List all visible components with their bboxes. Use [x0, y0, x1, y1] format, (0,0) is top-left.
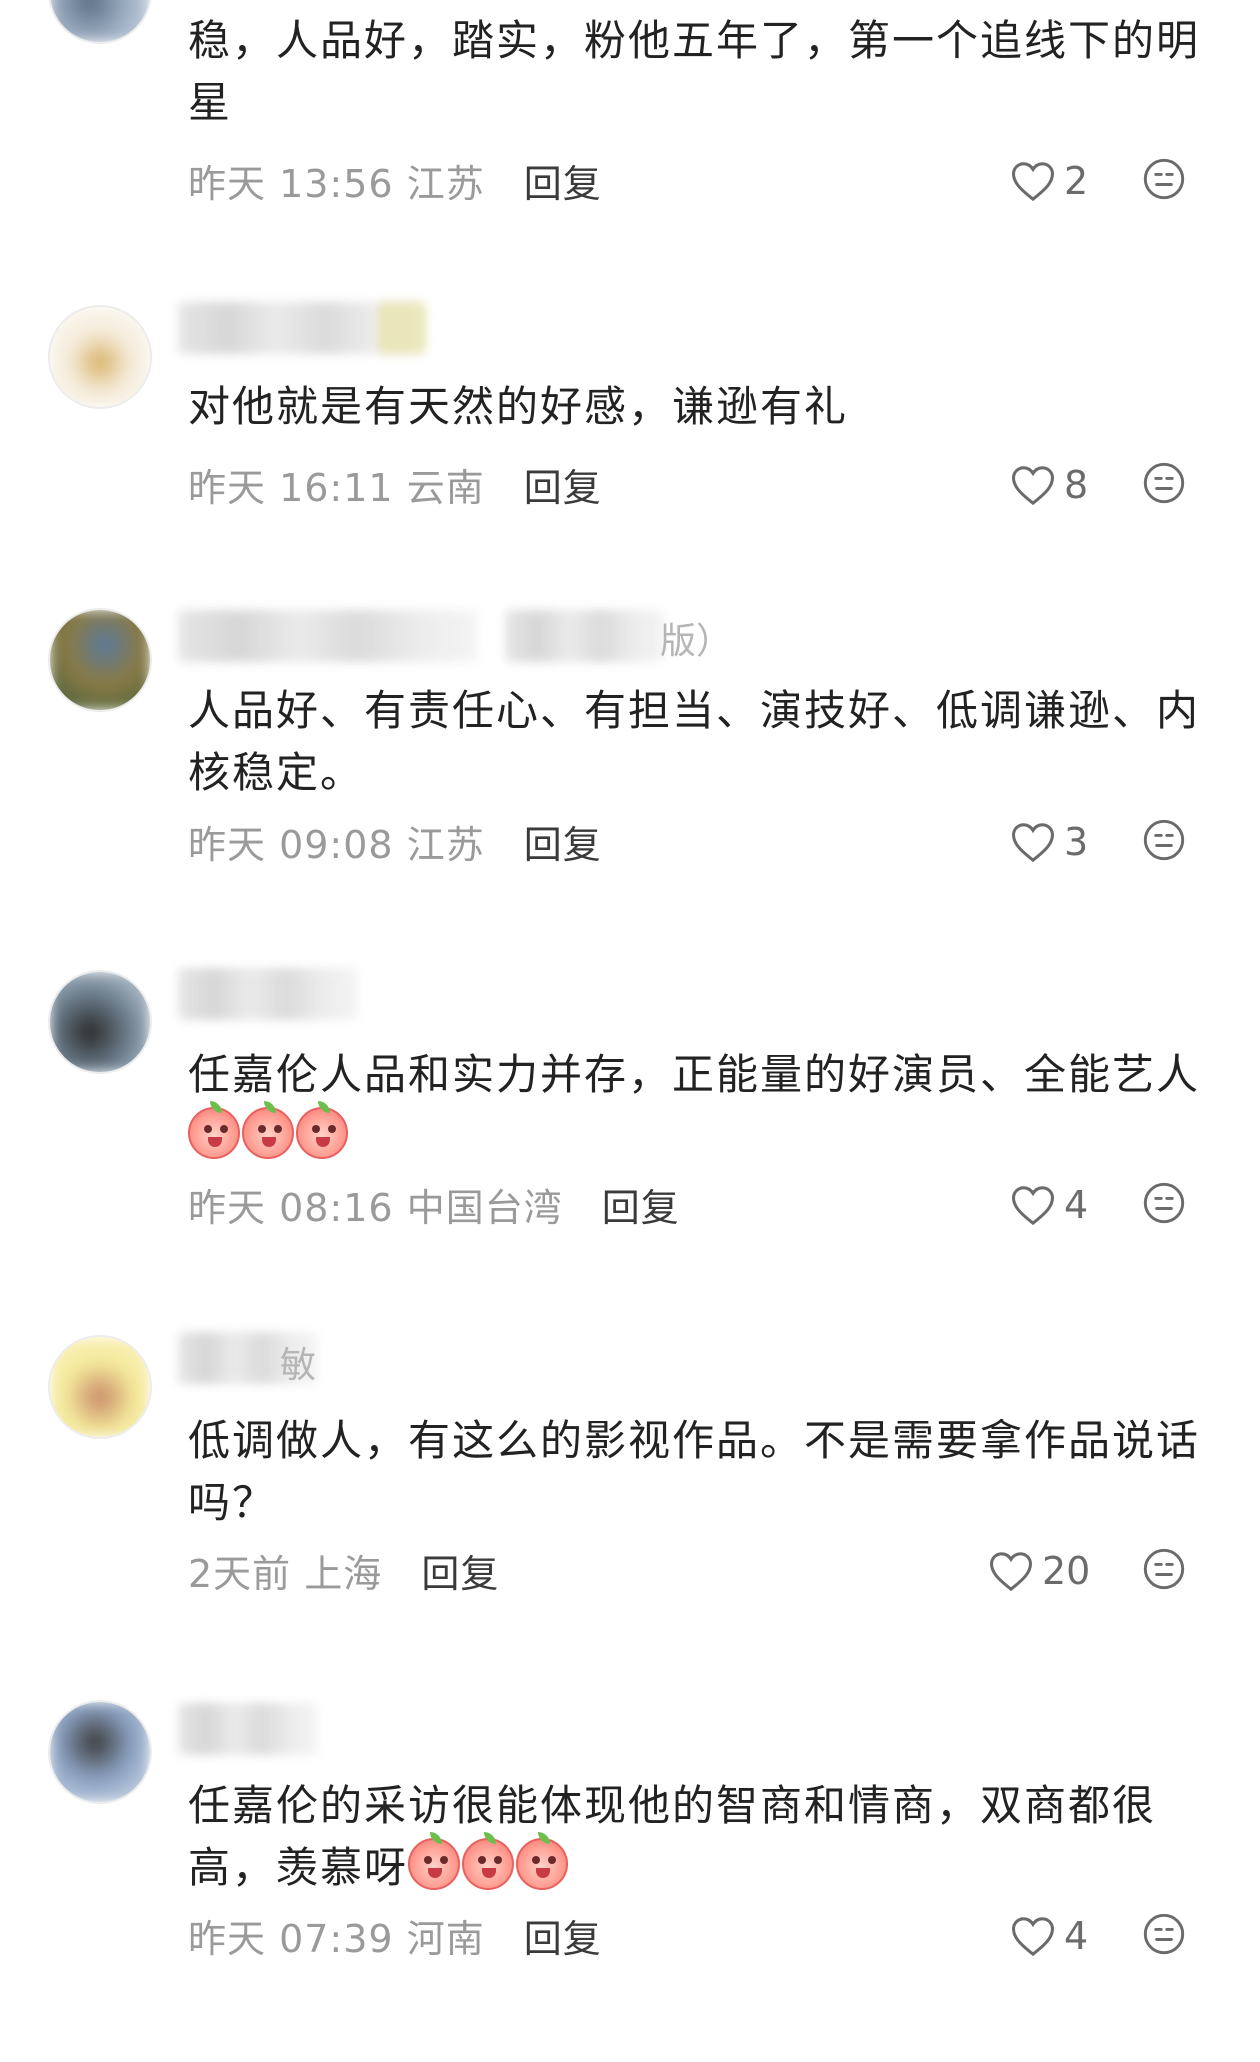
- neutral-face-icon[interactable]: [1142, 1912, 1186, 1956]
- like-count: 20: [1042, 1549, 1091, 1593]
- comment-time: 2天前: [188, 1552, 292, 1596]
- comment-text: 任嘉伦的采访很能体现他的智商和情商，双商都很高，羡慕呀: [188, 1775, 1208, 1899]
- comment-meta: 昨天 09:08 江苏 回复: [188, 820, 602, 870]
- comment-text: 任嘉伦人品和实力并存，正能量的好演员、全能艺人: [188, 1044, 1208, 1168]
- comment-location: 上海: [304, 1552, 383, 1596]
- comment-location: 河南: [406, 1917, 485, 1961]
- username-badge-blurred: [378, 302, 426, 354]
- like-button[interactable]: 8: [1010, 460, 1088, 510]
- reply-button[interactable]: 回复: [524, 466, 602, 510]
- comment-text: 对他就是有天然的好感，谦逊有礼: [188, 382, 849, 431]
- comment-location: 江苏: [406, 162, 485, 206]
- peach-emoji-icon: [188, 1101, 240, 1159]
- like-button[interactable]: 3: [1010, 817, 1088, 867]
- peach-emoji-icon: [296, 1101, 348, 1159]
- peach-emoji-icon: [462, 1832, 515, 1890]
- like-button[interactable]: 4: [1010, 1911, 1088, 1961]
- avatar[interactable]: [48, 1700, 152, 1804]
- comment-time: 昨天 16:11: [188, 466, 394, 510]
- peach-emoji-icon: [242, 1101, 294, 1159]
- username-blurred[interactable]: [178, 1703, 318, 1755]
- comment-time: 昨天 09:08: [188, 823, 394, 867]
- comment-meta: 昨天 08:16 中国台湾 回复: [188, 1183, 680, 1233]
- comment-meta: 2天前 上海 回复: [188, 1549, 499, 1599]
- comment-text: 稳，人品好，踏实，粉他五年了，第一个追线下的明星: [188, 16, 1201, 127]
- comment-time: 昨天 08:16: [188, 1186, 394, 1230]
- comment-text: 低调做人，有这么的影视作品。不是需要拿作品说话吗？: [188, 1416, 1201, 1527]
- comment-meta: 昨天 13:56 江苏 回复: [188, 159, 602, 209]
- peach-emoji-icon: [408, 1832, 461, 1890]
- like-count: 4: [1064, 1914, 1089, 1958]
- comment-text-content: 任嘉伦人品和实力并存，正能量的好演员、全能艺人: [188, 1050, 1201, 1099]
- comment-text-content: 任嘉伦的采访很能体现他的智商和情商，双商都很高，羡慕呀: [188, 1781, 1157, 1892]
- neutral-face-icon[interactable]: [1142, 1547, 1186, 1591]
- avatar[interactable]: [48, 305, 152, 409]
- comment-location: 江苏: [406, 823, 485, 867]
- reply-button[interactable]: 回复: [421, 1552, 499, 1596]
- comment-location: 中国台湾: [406, 1186, 563, 1230]
- heart-outline-icon: [1010, 1184, 1056, 1226]
- reply-button[interactable]: 回复: [602, 1186, 680, 1230]
- avatar[interactable]: [48, 608, 152, 712]
- username-blurred[interactable]: [178, 968, 358, 1020]
- peach-emoji-icon: [516, 1832, 569, 1890]
- avatar[interactable]: [48, 1335, 152, 1439]
- heart-outline-icon: [1010, 464, 1056, 506]
- comment-meta: 昨天 16:11 云南 回复: [188, 463, 602, 513]
- comment-location: 云南: [406, 466, 485, 510]
- neutral-face-icon[interactable]: [1142, 818, 1186, 862]
- comment-text: 人品好、有责任心、有担当、演技好、低调谦逊、内核稳定。: [188, 686, 1201, 797]
- heart-outline-icon: [1010, 1915, 1056, 1957]
- like-button[interactable]: 20: [988, 1546, 1090, 1596]
- neutral-face-icon[interactable]: [1142, 1181, 1186, 1225]
- heart-outline-icon: [1010, 160, 1056, 202]
- heart-outline-icon: [988, 1550, 1034, 1592]
- like-count: 2: [1064, 159, 1089, 203]
- neutral-face-icon[interactable]: [1142, 157, 1186, 201]
- comment-meta: 昨天 07:39 河南 回复: [188, 1914, 602, 1964]
- neutral-face-icon[interactable]: [1142, 461, 1186, 505]
- username-blurred: [505, 610, 665, 662]
- avatar[interactable]: [48, 0, 152, 44]
- username-visible-part: 版）: [660, 621, 733, 662]
- like-count: 4: [1064, 1183, 1089, 1227]
- heart-outline-icon: [1010, 821, 1056, 863]
- like-button[interactable]: 2: [1010, 156, 1088, 206]
- comment-time: 昨天 13:56: [188, 162, 394, 206]
- username-blurred[interactable]: [178, 610, 478, 662]
- comment-time: 昨天 07:39: [188, 1917, 394, 1961]
- like-count: 8: [1064, 463, 1089, 507]
- avatar[interactable]: [48, 970, 152, 1074]
- reply-button[interactable]: 回复: [524, 823, 602, 867]
- like-button[interactable]: 4: [1010, 1180, 1088, 1230]
- username-visible-part: 敏: [280, 1345, 317, 1386]
- reply-button[interactable]: 回复: [524, 1917, 602, 1961]
- like-count: 3: [1064, 820, 1089, 864]
- reply-button[interactable]: 回复: [524, 162, 602, 206]
